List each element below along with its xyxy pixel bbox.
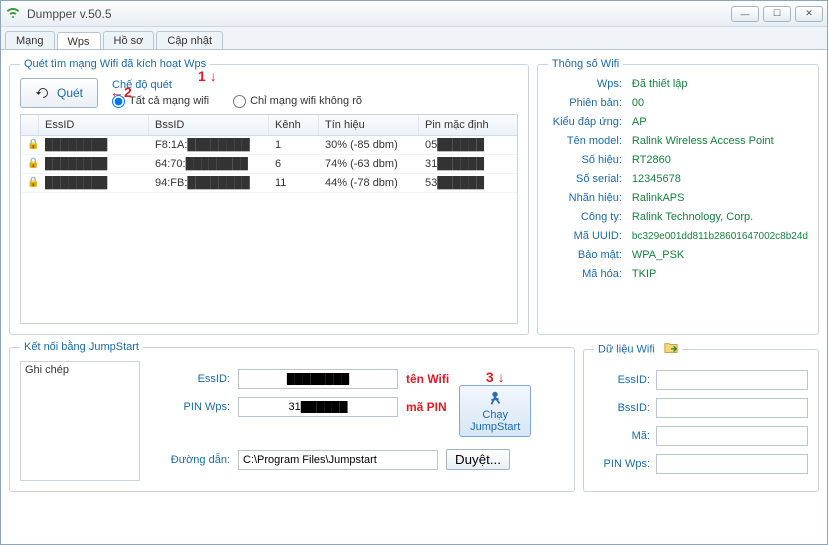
titlebar: Dumpper v.50.5 — ☐ ✕: [1, 1, 827, 27]
col-channel[interactable]: Kênh: [269, 115, 319, 135]
param-row: Số serial:12345678: [548, 173, 808, 185]
param-row: Kiểu đáp ứng:AP: [548, 116, 808, 128]
table-row[interactable]: 🔒 ████████ F8:1A:████████ 1 30% (-85 dbm…: [21, 136, 517, 155]
scan-button-label: Quét: [57, 86, 83, 100]
close-button[interactable]: ✕: [795, 6, 823, 22]
pin-label: PIN Wps:: [150, 401, 230, 413]
data-code-input[interactable]: [656, 426, 808, 446]
essid-input[interactable]: [238, 369, 398, 389]
data-essid-label: EssID:: [594, 374, 650, 386]
tab-network[interactable]: Mạng: [5, 31, 55, 49]
param-row: Phiên bản:00: [548, 97, 808, 109]
wifi-data-group: Dữ liệu Wifi EssID: BssID: Mã: PIN Wps:: [583, 341, 819, 492]
list-header: EssID BssID Kênh Tín hiệu Pin mặc định: [21, 115, 517, 136]
pin-input[interactable]: [238, 397, 398, 417]
radio-unknown-networks[interactable]: Chỉ mạng wifi không rõ: [233, 95, 362, 108]
param-row: Công ty:Ralink Technology, Corp.: [548, 211, 808, 223]
run-label: Chạy JumpStart: [460, 409, 530, 433]
params-legend: Thông số Wifi: [548, 58, 623, 70]
tab-update[interactable]: Cập nhật: [156, 31, 223, 49]
window-title: Dumpper v.50.5: [27, 7, 731, 21]
col-pin[interactable]: Pin mặc định: [419, 115, 518, 135]
lock-icon: 🔒: [21, 136, 39, 154]
param-row: Mã UUID:bc329e001dd811b28601647002c8b24d: [548, 230, 808, 242]
data-code-label: Mã:: [594, 430, 650, 442]
param-row: Nhãn hiệu:RalinkAPS: [548, 192, 808, 204]
data-bssid-label: BssID:: [594, 402, 650, 414]
scan-group: Quét tìm mạng Wifi đã kích hoạt Wps Quét…: [9, 58, 529, 335]
scan-button[interactable]: Quét: [20, 78, 98, 108]
maximize-button[interactable]: ☐: [763, 6, 791, 22]
param-row: Mã hóa:TKIP: [548, 268, 808, 280]
param-row: Bảo mật:WPA_PSK: [548, 249, 808, 261]
data-bssid-input[interactable]: [656, 398, 808, 418]
jumpstart-group: Kết nối bằng JumpStart Ghi chép EssID: t…: [9, 341, 575, 492]
data-legend: Dữ liệu Wifi: [594, 341, 682, 358]
data-pin-label: PIN Wps:: [594, 458, 650, 470]
annotation-wifiname: tên Wifi: [406, 372, 449, 386]
data-pin-input[interactable]: [656, 454, 808, 474]
wifi-params-group: Thông số Wifi Wps:Đã thiết lập Phiên bản…: [537, 58, 819, 335]
refresh-icon: [35, 85, 51, 101]
col-bssid[interactable]: BssID: [149, 115, 269, 135]
network-list[interactable]: EssID BssID Kênh Tín hiệu Pin mặc định 🔒…: [20, 114, 518, 324]
notes-label: Ghi chép: [21, 362, 139, 378]
table-row[interactable]: 🔒 ████████ 94:FB:████████ 11 44% (-78 db…: [21, 174, 517, 193]
col-essid[interactable]: EssID: [39, 115, 149, 135]
data-essid-input[interactable]: [656, 370, 808, 390]
lock-icon: 🔒: [21, 155, 39, 173]
radio-all-networks[interactable]: Tất cả mạng wifi: [112, 95, 209, 108]
minimize-button[interactable]: —: [731, 6, 759, 22]
path-label: Đường dẫn:: [150, 454, 230, 466]
tab-wps[interactable]: Wps: [57, 32, 101, 50]
run-icon: [486, 389, 504, 407]
path-input[interactable]: [238, 450, 438, 470]
tab-profiles[interactable]: Hồ sơ: [103, 31, 155, 49]
browse-button[interactable]: Duyệt...: [446, 449, 510, 470]
scan-legend: Quét tìm mạng Wifi đã kích hoạt Wps: [20, 58, 210, 70]
folder-export-icon[interactable]: [664, 341, 678, 358]
param-row: Wps:Đã thiết lập: [548, 78, 808, 90]
param-row: Số hiệu:RT2860: [548, 154, 808, 166]
param-row: Tên model:Ralink Wireless Access Point: [548, 135, 808, 147]
essid-label: EssID:: [150, 373, 230, 385]
app-icon: [5, 6, 21, 22]
notes-box: Ghi chép: [20, 361, 140, 481]
table-row[interactable]: 🔒 ████████ 64:70:████████ 6 74% (-63 dbm…: [21, 155, 517, 174]
scan-mode-label: Chế độ quét: [112, 79, 362, 91]
col-signal[interactable]: Tín hiệu: [319, 115, 419, 135]
annotation-pincode: mã PIN: [406, 400, 447, 414]
tab-bar: Mạng Wps Hồ sơ Cập nhật: [1, 27, 827, 49]
lock-icon: 🔒: [21, 174, 39, 192]
run-jumpstart-button[interactable]: Chạy JumpStart: [459, 385, 531, 437]
annotation-3: 3 ↓: [486, 369, 505, 385]
jumpstart-legend: Kết nối bằng JumpStart: [20, 341, 143, 353]
